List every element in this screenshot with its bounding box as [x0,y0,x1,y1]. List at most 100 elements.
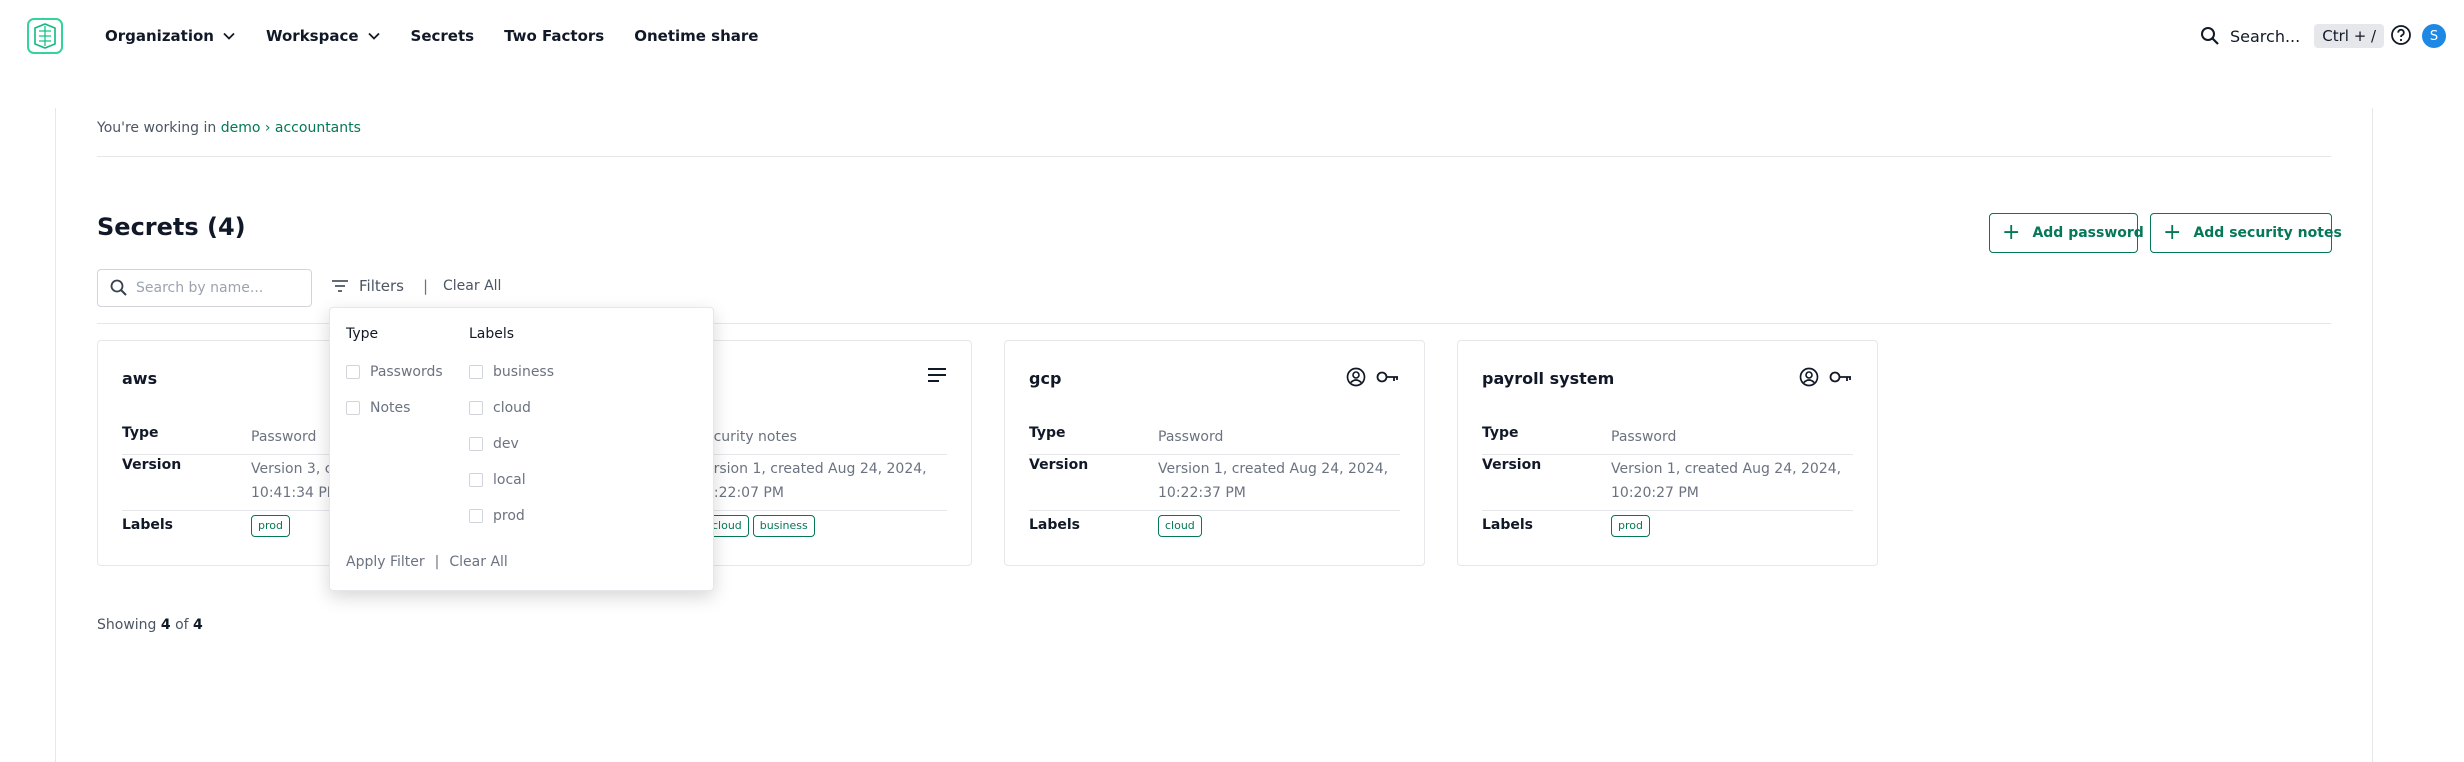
nav-two-factors-label: Two Factors [504,27,605,45]
filter-option-cloud[interactable]: cloud [469,390,554,426]
filter-option-label: local [493,472,526,488]
search-icon [2201,27,2219,45]
popover-clear-all-button[interactable]: Clear All [449,554,507,570]
field-value: Password [1158,429,1224,445]
secret-card[interactable]: gcp Type Password Version Version 1, cre… [1004,340,1425,566]
checkbox[interactable] [346,365,360,379]
apply-filter-button[interactable]: Apply Filter [346,554,425,570]
filter-labels-heading: Labels [469,326,515,342]
user-circle-icon [1799,367,1819,387]
breadcrumb-org-link[interactable]: demo [221,120,261,136]
filter-option-passwords[interactable]: Passwords [346,354,443,390]
key-icon [1376,370,1400,384]
filter-type-heading: Type [346,326,379,342]
search-shortcut-badge: Ctrl + / [2314,24,2385,48]
card-type-icons [917,367,947,383]
filters-button[interactable]: Filters [331,277,404,295]
user-avatar[interactable]: S [2422,24,2446,48]
nav-organization-label: Organization [105,27,214,45]
label-chips: prod [251,513,294,537]
filter-option-prod[interactable]: prod [469,498,554,534]
version-line: 10:41:34 PM [251,485,339,501]
nav-workspace-label: Workspace [265,27,359,45]
nav-two-factors[interactable]: Two Factors [504,27,604,45]
field-value: Version 1, created Aug 24, 2024, 10:22:37… [1158,457,1388,510]
breadcrumb-prefix: You're working in [97,120,217,136]
filter-type-column: Type Passwords Notes [346,326,443,426]
field-label: Version [1482,457,1542,473]
version-line: Version 1, created Aug 24, 2024, [1611,461,1842,477]
chevron-down-icon [367,32,380,40]
filter-labels-column: Labels business cloud dev local prod [469,326,554,534]
nav-onetime-share-label: Onetime share [634,27,759,45]
filter-option-dev[interactable]: dev [469,426,554,462]
pagination-summary: Showing 4 of 4 [97,617,203,633]
global-search[interactable]: Search... Ctrl + / [2200,22,2385,50]
field-value: ersion 1, created Aug 24, 2024, 0:22:07 P… [705,457,927,510]
footer-separator: | [434,554,440,570]
label-chip: cloud [1158,515,1202,537]
filter-option-label: prod [493,508,525,524]
field-value: Version 1, created Aug 24, 2024, 10:20:27… [1611,457,1841,510]
version-line: 0:22:07 PM [705,485,784,501]
label-chip: prod [251,515,290,537]
nav-workspace[interactable]: Workspace [266,27,381,45]
field-label: Version [1029,457,1089,473]
field-label: Labels [1482,517,1534,533]
breadcrumb-workspace-link[interactable]: accountants [275,120,361,136]
secret-card-title: payroll system [1482,369,1615,388]
page-title: Secrets (4) [97,213,246,241]
card-row-labels: Labels prod [1482,513,1853,543]
field-value: Password [251,429,317,445]
app-logo-icon[interactable] [27,18,63,54]
card-row-labels: Labels cloud [1029,513,1400,543]
add-password-button[interactable]: + Add password [1989,213,2144,253]
checkbox[interactable] [469,437,483,451]
top-navigation-bar: Organization Workspace Secrets Two Facto… [0,0,2464,72]
label-chips: prod [1611,513,1654,537]
search-by-name-box[interactable] [97,269,312,307]
field-label: Labels [122,517,174,533]
filters-label: Filters [359,277,404,295]
card-row-version: Version Version 1, created Aug 24, 2024,… [1482,457,1853,511]
version-line: Version 1, created Aug 24, 2024, [1158,461,1389,477]
main-nav: Organization Workspace Secrets Two Facto… [105,22,788,50]
checkbox[interactable] [469,509,483,523]
secret-card[interactable]: payroll system Type Password Version Ver… [1457,340,1878,566]
filter-lines-icon [332,280,348,292]
filter-popover: Type Passwords Notes Labels business clo… [329,307,714,591]
showing-count: 4 [160,617,171,633]
filter-option-label: Notes [370,400,411,416]
add-security-notes-label: Add security notes [2193,225,2342,241]
plus-icon: + [2002,220,2021,245]
checkbox[interactable] [346,401,360,415]
nav-organization[interactable]: Organization [105,27,236,45]
label-chips: cloud [1158,513,1206,537]
showing-total: 4 [193,617,203,633]
nav-onetime-share[interactable]: Onetime share [634,27,758,45]
showing-prefix: Showing [97,617,157,633]
version-line: ersion 1, created Aug 24, 2024, [705,461,927,477]
nav-secrets[interactable]: Secrets [411,27,475,45]
checkbox[interactable] [469,473,483,487]
nav-secrets-label: Secrets [410,27,475,45]
search-by-name-input[interactable] [136,280,306,296]
add-security-notes-button[interactable]: + Add security notes [2150,213,2342,253]
filter-option-business[interactable]: business [469,354,554,390]
clear-all-link[interactable]: Clear All [443,278,501,294]
search-icon [110,279,127,296]
filter-option-label: Passwords [370,364,443,380]
toolbar-separator: | [423,277,429,295]
secret-card-title: aws [122,369,158,388]
card-row-type: Type Password [1029,425,1400,455]
field-label: Version [122,457,182,473]
help-icon[interactable] [2390,24,2412,46]
filter-option-notes[interactable]: Notes [346,390,443,426]
breadcrumb: You're working in demo › accountants [97,120,361,136]
checkbox[interactable] [469,401,483,415]
user-circle-icon [1346,367,1366,387]
field-label: Type [1029,425,1066,441]
checkbox[interactable] [469,365,483,379]
filter-option-local[interactable]: local [469,462,554,498]
plus-icon: + [2163,220,2182,245]
